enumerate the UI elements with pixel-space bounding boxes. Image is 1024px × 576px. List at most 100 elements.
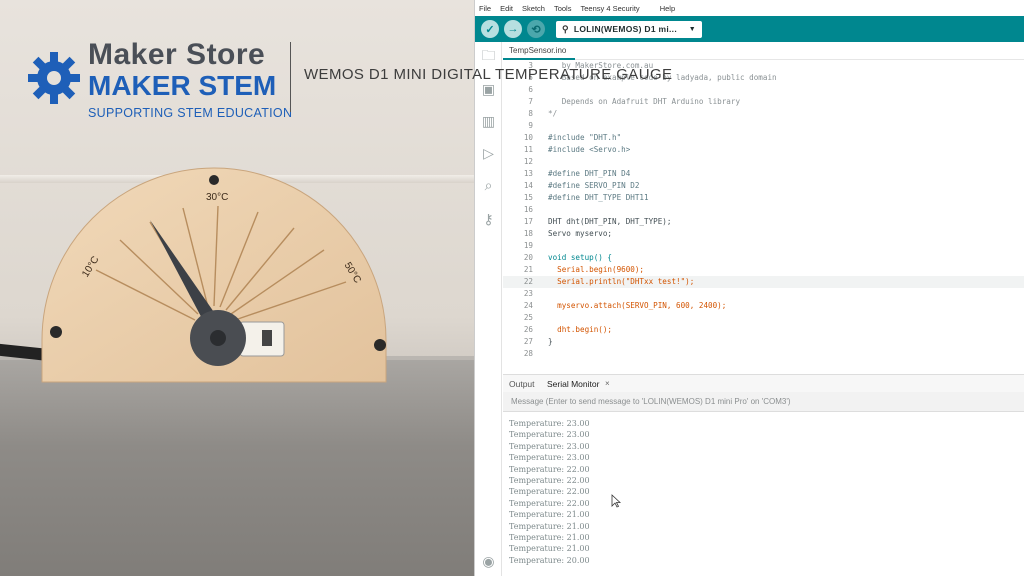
brand-name: Maker Store [88, 38, 266, 71]
code-editor[interactable]: 3 by MakerStore.com.au 5 Based on example… [503, 60, 1024, 374]
line-number: 8 [528, 109, 533, 118]
code-text: #define SERVO_PIN D2 [548, 181, 640, 190]
line-number: 9 [528, 121, 533, 130]
upload-button[interactable]: → [504, 20, 522, 38]
code-line[interactable]: 16 [503, 204, 1024, 216]
line-number: 14 [523, 181, 533, 190]
debug-icon[interactable]: ▷ [481, 146, 496, 161]
verify-button[interactable]: ✓ [481, 20, 499, 38]
arduino-ide-window: File Edit Sketch Tools Teensy 4 Security… [474, 0, 1024, 576]
line-number: 27 [523, 337, 533, 346]
debug-button[interactable]: ⟲ [527, 20, 545, 38]
serial-line: Temperature: 22.00 [509, 464, 590, 474]
code-text: dht.begin(); [548, 325, 613, 334]
code-text: #include "DHT.h" [548, 133, 622, 142]
screw-left [50, 326, 62, 338]
menu-bar: File Edit Sketch Tools Teensy 4 Security… [475, 0, 1024, 16]
board-selector[interactable]: ⚲ LOLIN(WEMOS) D1 mi... ▼ [556, 20, 702, 38]
serial-line: Temperature: 20.00 [509, 555, 590, 565]
menu-file[interactable]: File [479, 4, 491, 13]
menu-help[interactable]: Help [660, 4, 675, 13]
menu-edit[interactable]: Edit [500, 4, 513, 13]
library-icon[interactable]: ▥ [481, 114, 496, 129]
code-line[interactable]: 23 [503, 288, 1024, 300]
serial-line: Temperature: 23.00 [509, 419, 590, 428]
code-line[interactable]: 10 #include "DHT.h" [503, 132, 1024, 144]
code-line[interactable]: 24 myservo.attach(SERVO_PIN, 600, 2400); [503, 300, 1024, 312]
tab-tempsensor[interactable]: TempSensor.ino [503, 42, 575, 60]
logo-divider [290, 42, 291, 112]
code-line[interactable]: 6 [503, 84, 1024, 96]
key-icon[interactable]: ⚷ [481, 212, 496, 227]
code-line[interactable]: 18 Servo myservo; [503, 228, 1024, 240]
screw-top [209, 175, 219, 185]
arrow-right-icon: → [507, 23, 519, 35]
code-line[interactable]: 11 #include <Servo.h> [503, 144, 1024, 156]
serial-line: Temperature: 22.00 [509, 498, 590, 508]
serial-output: Temperature: 23.00 Temperature: 23.00 Temp… [503, 412, 1024, 576]
line-number: 25 [523, 313, 533, 322]
serial-line: Temperature: 21.00 [509, 544, 590, 554]
line-number: 10 [523, 133, 533, 142]
code-line[interactable]: 13 #define DHT_PIN D4 [503, 168, 1024, 180]
board-icon[interactable]: ▣ [481, 82, 496, 97]
brand-tagline: SUPPORTING STEM EDUCATION [88, 106, 293, 120]
debug-icon: ⟲ [531, 23, 541, 36]
code-line[interactable]: 27} [503, 336, 1024, 348]
code-text: myservo.attach(SERVO_PIN, 600, 2400); [548, 301, 727, 310]
code-line[interactable]: 28 [503, 348, 1024, 360]
code-line[interactable]: 14 #define SERVO_PIN D2 [503, 180, 1024, 192]
folder-icon[interactable]: 🗀 [481, 48, 496, 63]
line-number: 21 [523, 265, 533, 274]
code-text: } [548, 337, 553, 346]
serial-line: Temperature: 21.00 [509, 533, 590, 542]
line-number: 13 [523, 169, 533, 178]
line-number: 15 [523, 193, 533, 202]
line-number: 11 [523, 145, 533, 154]
search-icon[interactable]: ⌕ [481, 178, 496, 193]
file-tab-bar: TempSensor.ino [503, 42, 1024, 60]
code-text: #define DHT_PIN D4 [548, 169, 631, 178]
tab-output[interactable]: Output [509, 375, 535, 393]
close-icon[interactable]: × [605, 375, 610, 393]
code-line[interactable]: 19 [503, 240, 1024, 252]
code-line[interactable]: 7 Depends on Adafruit DHT Arduino librar… [503, 96, 1024, 108]
line-number: 19 [523, 241, 533, 250]
line-number: 23 [523, 289, 533, 298]
maker-store-logo: Maker Store MAKER STEM SUPPORTING STEM E… [26, 40, 292, 122]
brand-main: MAKER STEM [88, 70, 277, 101]
code-line[interactable]: 26 dht.begin(); [503, 324, 1024, 336]
serial-line: Temperature: 23.00 [509, 430, 590, 440]
gauge-label-30: 30°C [206, 192, 228, 203]
code-text: DHT dht(DHT_PIN, DHT_TYPE); [548, 217, 672, 226]
code-line[interactable]: 15 #define DHT_TYPE DHT11 [503, 192, 1024, 204]
code-line[interactable]: 25 [503, 312, 1024, 324]
code-line[interactable]: 22 Serial.println("DHTxx test!"); [503, 276, 1024, 288]
code-text: #define DHT_TYPE DHT11 [548, 193, 649, 202]
menu-sketch[interactable]: Sketch [522, 4, 545, 13]
code-text: */ [548, 109, 558, 118]
gear-icon [28, 52, 80, 104]
code-text: Serial.println("DHTxx test!"); [548, 277, 695, 286]
serial-line: Temperature: 21.00 [509, 521, 590, 531]
code-line[interactable]: 21 Serial.begin(9600); [503, 264, 1024, 276]
toolbar: ✓ → ⟲ ⚲ LOLIN(WEMOS) D1 mi... ▼ [475, 16, 1024, 42]
code-line[interactable]: 17 DHT dht(DHT_PIN, DHT_TYPE); [503, 216, 1024, 228]
menu-teensy-security[interactable]: Teensy 4 Security [580, 4, 639, 13]
check-icon: ✓ [485, 23, 495, 36]
line-number: 17 [523, 217, 533, 226]
code-line[interactable]: 12 [503, 156, 1024, 168]
code-line[interactable]: 8 */ [503, 108, 1024, 120]
account-icon[interactable]: ◉ [481, 554, 496, 569]
serial-message-input[interactable]: Message (Enter to send message to 'LOLIN… [503, 392, 1024, 412]
code-text: #include <Servo.h> [548, 145, 631, 154]
code-text: Depends on Adafruit DHT Arduino library [548, 97, 741, 106]
serial-line: Temperature: 23.00 [509, 441, 590, 451]
code-line[interactable]: 9 [503, 120, 1024, 132]
menu-tools[interactable]: Tools [554, 4, 572, 13]
serial-line: Temperature: 21.00 [509, 510, 590, 520]
tab-serial-monitor[interactable]: Serial Monitor [547, 375, 599, 393]
code-text: Servo myservo; [548, 229, 613, 238]
serial-line: Temperature: 23.00 [509, 453, 590, 463]
code-line[interactable]: 20 void setup() { [503, 252, 1024, 264]
